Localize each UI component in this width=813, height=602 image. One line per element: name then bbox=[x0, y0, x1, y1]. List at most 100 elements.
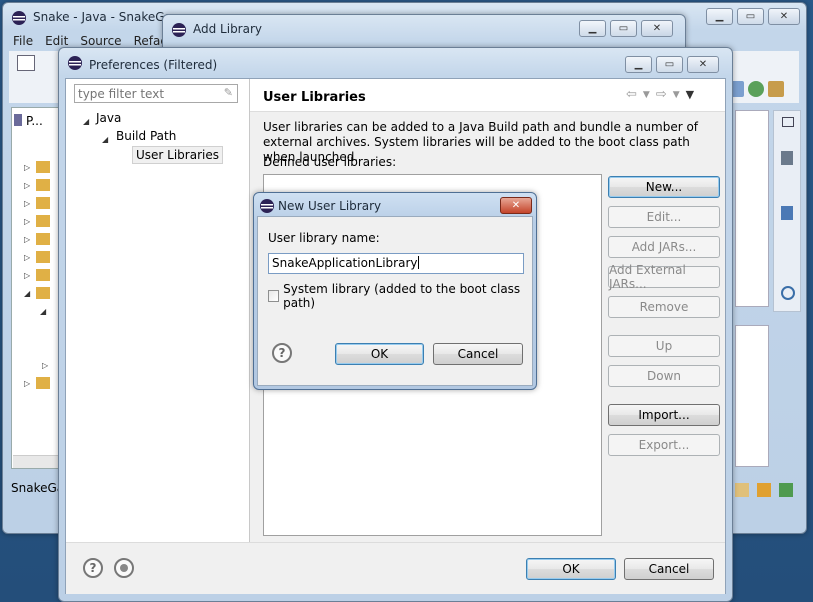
new-user-library-title: New User Library bbox=[278, 199, 382, 213]
debug-icon[interactable] bbox=[748, 81, 764, 97]
collapse-arrow-icon[interactable]: ◢ bbox=[24, 289, 30, 298]
add-library-title: Add Library bbox=[193, 22, 263, 36]
expand-arrow-icon[interactable]: ▷ bbox=[24, 181, 30, 190]
close-button[interactable]: ✕ bbox=[500, 197, 532, 214]
menu-edit[interactable]: Edit bbox=[45, 34, 68, 48]
maximize-button[interactable]: ▭ bbox=[737, 8, 764, 25]
menu-source[interactable]: Source bbox=[80, 34, 121, 48]
collapse-arrow-icon[interactable]: ◢ bbox=[40, 307, 46, 316]
help-icon[interactable]: ? bbox=[272, 343, 292, 363]
collapse-arrow-icon[interactable]: ◢ bbox=[83, 117, 89, 126]
preferences-cancel-button[interactable]: Cancel bbox=[624, 558, 714, 580]
defined-libraries-label: Defined user libraries: bbox=[263, 155, 397, 169]
view-menu-icon[interactable]: ▼ bbox=[686, 87, 694, 102]
menu-bar: File Edit Source Refac bbox=[13, 34, 167, 48]
expand-arrow-icon[interactable]: ▷ bbox=[42, 361, 48, 370]
expand-arrow-icon[interactable]: ▷ bbox=[24, 163, 30, 172]
preferences-ok-button[interactable]: OK bbox=[526, 558, 616, 580]
remove-button[interactable]: Remove bbox=[608, 296, 720, 318]
maximize-button[interactable]: ▭ bbox=[656, 56, 683, 73]
expand-arrow-icon[interactable]: ▷ bbox=[24, 271, 30, 280]
horizontal-scrollbar[interactable] bbox=[13, 455, 61, 468]
down-button[interactable]: Down bbox=[608, 365, 720, 387]
expand-arrow-icon[interactable]: ▷ bbox=[24, 217, 30, 226]
close-button[interactable]: ✕ bbox=[687, 56, 719, 73]
new-library-cancel-button[interactable]: Cancel bbox=[433, 343, 523, 365]
package-explorer-tab[interactable]: P... bbox=[14, 114, 43, 128]
close-button[interactable]: ✕ bbox=[641, 20, 673, 37]
expand-arrow-icon[interactable]: ▷ bbox=[24, 379, 30, 388]
expand-arrow-icon[interactable]: ▷ bbox=[24, 199, 30, 208]
filter-text-field[interactable] bbox=[75, 85, 221, 102]
close-button[interactable]: ✕ bbox=[768, 8, 800, 25]
eclipse-icon bbox=[172, 23, 186, 37]
filter-input[interactable]: ✎ bbox=[74, 84, 238, 103]
preferences-title: Preferences (Filtered) bbox=[89, 58, 218, 72]
tree-item-build-path[interactable]: Build Path bbox=[116, 129, 176, 143]
page-header: User Libraries ⇦ ▼ ⇨ ▼ ▼ bbox=[250, 79, 725, 112]
help-icon[interactable]: ? bbox=[83, 558, 103, 578]
add-external-jars-button[interactable]: Add External JARs... bbox=[608, 263, 720, 291]
chevron-down-icon[interactable]: ▼ bbox=[673, 87, 680, 102]
restore-icon[interactable] bbox=[782, 117, 794, 127]
new-user-library-client: User library name: SnakeApplicationLibra… bbox=[257, 216, 533, 386]
library-name-label: User library name: bbox=[268, 231, 380, 245]
help-icon[interactable] bbox=[781, 286, 795, 300]
new-library-ok-button[interactable]: OK bbox=[335, 343, 424, 365]
expand-arrow-icon[interactable]: ▷ bbox=[24, 235, 30, 244]
checkbox-box[interactable] bbox=[268, 290, 280, 302]
eclipse-icon bbox=[12, 11, 26, 25]
project-icon bbox=[36, 161, 50, 173]
record-icon[interactable] bbox=[114, 558, 134, 578]
task-panel bbox=[735, 325, 769, 467]
minimize-button[interactable]: ▁ bbox=[625, 56, 652, 73]
side-trim bbox=[773, 110, 801, 312]
add-jars-button[interactable]: Add JARs... bbox=[608, 236, 720, 258]
java-perspective-icon[interactable] bbox=[768, 81, 784, 97]
collapse-arrow-icon[interactable]: ◢ bbox=[102, 135, 108, 144]
minimize-button[interactable]: ▁ bbox=[706, 8, 733, 25]
chevron-down-icon[interactable]: ▼ bbox=[643, 87, 650, 102]
project-icon bbox=[36, 233, 50, 245]
package-icon bbox=[14, 114, 22, 126]
tree-item-java[interactable]: Java bbox=[96, 111, 121, 125]
right-toolbar-icons bbox=[728, 81, 784, 97]
back-arrow-icon[interactable]: ⇦ bbox=[626, 87, 637, 102]
new-user-library-dialog: New User Library ✕ User library name: Sn… bbox=[253, 192, 537, 390]
system-library-checkbox[interactable]: System library (added to the boot class … bbox=[268, 282, 532, 310]
tree-item-user-libraries[interactable]: User Libraries bbox=[132, 146, 223, 164]
project-icon bbox=[36, 215, 50, 227]
new-wizard-icon[interactable] bbox=[17, 55, 35, 71]
export-button[interactable]: Export... bbox=[608, 434, 720, 456]
expand-arrow-icon[interactable]: ▷ bbox=[24, 253, 30, 262]
library-name-field[interactable]: SnakeApplicationLibrary bbox=[268, 253, 524, 274]
eclipse-title: Snake - Java - SnakeGam bbox=[33, 10, 184, 24]
menu-file[interactable]: File bbox=[13, 34, 33, 48]
page-title: User Libraries bbox=[263, 90, 366, 105]
page-nav: ⇦ ▼ ⇨ ▼ ▼ bbox=[626, 87, 694, 102]
new-button[interactable]: New... bbox=[608, 176, 720, 198]
project-icon bbox=[36, 377, 50, 389]
task-list-icon[interactable] bbox=[781, 151, 793, 165]
project-tree: ▷ ▷ ▷ ▷ ▷ ▷ ▷ ◢ ◢ ▷ ▷ bbox=[22, 155, 58, 395]
import-button[interactable]: Import... bbox=[608, 404, 720, 426]
project-icon bbox=[36, 287, 50, 299]
text-cursor bbox=[417, 256, 419, 269]
bottom-right-icons bbox=[735, 483, 793, 497]
search-icon[interactable] bbox=[735, 483, 749, 497]
forward-arrow-icon[interactable]: ⇨ bbox=[656, 87, 667, 102]
eclipse-icon bbox=[260, 199, 274, 213]
minimize-button[interactable]: ▁ bbox=[579, 20, 606, 37]
maximize-button[interactable]: ▭ bbox=[610, 20, 637, 37]
edit-button[interactable]: Edit... bbox=[608, 206, 720, 228]
up-button[interactable]: Up bbox=[608, 335, 720, 357]
project-icon bbox=[36, 251, 50, 263]
edit-icon[interactable] bbox=[757, 483, 771, 497]
project-icon bbox=[36, 197, 50, 209]
preferences-tree-pane: ✎ ◢ Java ◢ Build Path User Libraries bbox=[66, 79, 250, 542]
outline-panel bbox=[735, 110, 769, 307]
download-icon[interactable] bbox=[779, 483, 793, 497]
outline-icon[interactable] bbox=[781, 206, 793, 220]
add-library-window-controls: ▁ ▭ ✕ bbox=[579, 20, 673, 37]
clear-filter-icon[interactable]: ✎ bbox=[224, 86, 233, 99]
